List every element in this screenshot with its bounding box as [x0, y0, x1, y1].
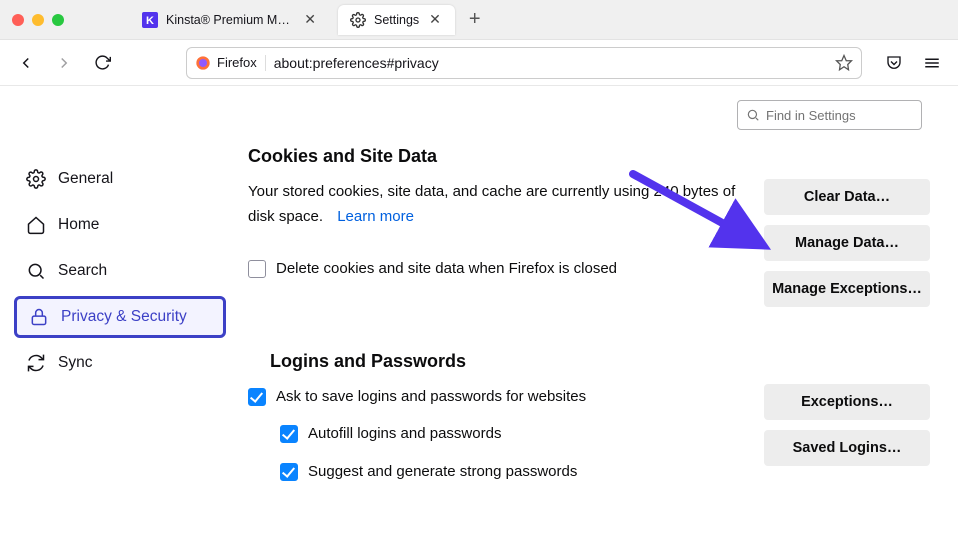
sidebar-item-label: General — [58, 170, 113, 188]
suggest-checkbox[interactable] — [280, 463, 298, 481]
autofill-checkbox[interactable] — [280, 425, 298, 443]
sidebar-item-general[interactable]: General — [14, 158, 226, 200]
autofill-label: Autofill logins and passwords — [308, 421, 501, 447]
sidebar-item-label: Home — [58, 216, 99, 234]
saved-logins-button[interactable]: Saved Logins… — [764, 430, 930, 466]
kinsta-favicon: K — [142, 12, 158, 28]
sidebar-item-search[interactable]: Search — [14, 250, 226, 292]
firefox-icon — [195, 55, 211, 71]
url-text[interactable]: about:preferences#privacy — [274, 55, 835, 71]
window-controls — [12, 14, 64, 26]
minimize-window-button[interactable] — [32, 14, 44, 26]
tab-settings[interactable]: Settings ✕ — [338, 5, 455, 35]
bookmark-star-icon[interactable] — [835, 54, 853, 72]
tab-kinsta[interactable]: K Kinsta® Premium Managed Wor… ✕ — [130, 5, 330, 35]
suggest-label: Suggest and generate strong passwords — [308, 459, 577, 485]
settings-page: Find in Settings General Home Search — [0, 86, 958, 554]
new-tab-button[interactable]: + — [463, 8, 487, 31]
logins-section: Logins and Passwords Ask to save logins … — [248, 351, 930, 485]
url-identity-box[interactable]: Firefox — [195, 55, 266, 71]
search-placeholder: Find in Settings — [766, 108, 856, 123]
ask-save-checkbox[interactable] — [248, 388, 266, 406]
cookies-section-title: Cookies and Site Data — [248, 146, 930, 167]
back-button[interactable] — [12, 49, 40, 77]
menu-button[interactable] — [918, 49, 946, 77]
ask-save-label: Ask to save logins and passwords for web… — [276, 384, 586, 410]
manage-data-button[interactable]: Manage Data… — [764, 225, 930, 261]
maximize-window-button[interactable] — [52, 14, 64, 26]
search-icon — [26, 261, 46, 281]
refresh-button[interactable] — [88, 49, 116, 77]
tab-strip: K Kinsta® Premium Managed Wor… ✕ Setting… — [130, 0, 487, 39]
forward-button[interactable] — [50, 49, 78, 77]
manage-exceptions-button[interactable]: Manage Exceptions… — [764, 271, 930, 307]
home-icon — [26, 215, 46, 235]
address-bar[interactable]: Firefox about:preferences#privacy — [186, 47, 862, 79]
tab-label: Settings — [374, 13, 419, 27]
pocket-button[interactable] — [880, 49, 908, 77]
svg-text:K: K — [146, 15, 154, 27]
tab-label: Kinsta® Premium Managed Wor… — [166, 13, 294, 27]
sidebar-item-sync[interactable]: Sync — [14, 342, 226, 384]
cookies-usage-text: Your stored cookies, site data, and cach… — [248, 183, 735, 226]
close-tab-icon[interactable]: ✕ — [427, 11, 443, 28]
gear-icon — [26, 169, 46, 189]
sidebar-item-home[interactable]: Home — [14, 204, 226, 246]
settings-search-wrap: Find in Settings — [0, 86, 958, 136]
sidebar-item-privacy[interactable]: Privacy & Security — [14, 296, 226, 338]
settings-search-input[interactable]: Find in Settings — [737, 100, 922, 130]
gear-icon — [350, 12, 366, 28]
settings-content: Cookies and Site Data Your stored cookie… — [240, 136, 958, 554]
settings-sidebar: General Home Search Privacy & Security S… — [0, 136, 240, 554]
close-tab-icon[interactable]: ✕ — [302, 11, 318, 28]
logins-section-title: Logins and Passwords — [270, 351, 930, 372]
url-identity-label: Firefox — [217, 55, 257, 70]
window-titlebar: K Kinsta® Premium Managed Wor… ✕ Setting… — [0, 0, 958, 40]
navigation-toolbar: Firefox about:preferences#privacy — [0, 40, 958, 86]
sidebar-item-label: Privacy & Security — [61, 308, 187, 326]
cookies-section: Cookies and Site Data Your stored cookie… — [248, 146, 930, 307]
lock-icon — [29, 307, 49, 327]
search-icon — [746, 108, 760, 122]
sidebar-item-label: Sync — [58, 354, 92, 372]
learn-more-link[interactable]: Learn more — [337, 208, 414, 225]
delete-on-close-label: Delete cookies and site data when Firefo… — [276, 256, 617, 282]
clear-data-button[interactable]: Clear Data… — [764, 179, 930, 215]
logins-exceptions-button[interactable]: Exceptions… — [764, 384, 930, 420]
delete-on-close-checkbox[interactable] — [248, 260, 266, 278]
close-window-button[interactable] — [12, 14, 24, 26]
sync-icon — [26, 353, 46, 373]
sidebar-item-label: Search — [58, 262, 107, 280]
